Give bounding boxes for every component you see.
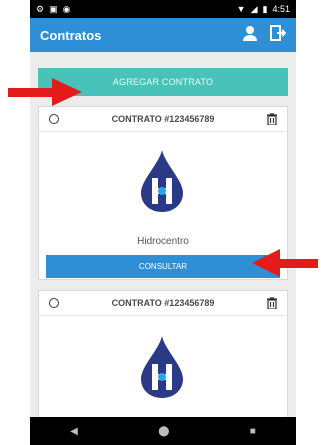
- card-title: CONTRATO #123456789: [111, 114, 215, 124]
- trash-icon[interactable]: [267, 113, 277, 125]
- signal-icon: ◢: [250, 3, 258, 14]
- user-icon[interactable]: [242, 25, 258, 46]
- consult-button[interactable]: CONSULTAR: [46, 255, 280, 278]
- status-left: ⚙ ▣ ◉: [36, 4, 70, 15]
- circle-icon: ◉: [62, 3, 71, 14]
- contract-card: CONTRATO #123456789: [38, 290, 288, 417]
- trash-icon[interactable]: [267, 297, 277, 309]
- recents-icon[interactable]: ■: [250, 426, 256, 437]
- card-header: CONTRATO #123456789: [39, 291, 287, 316]
- back-icon[interactable]: ◀: [70, 426, 78, 437]
- red-arrow-icon: [252, 249, 318, 277]
- hidrocentro-logo: [141, 336, 183, 403]
- hidrocentro-logo: [141, 150, 183, 217]
- card-body: [39, 316, 287, 417]
- phone-screen: ⚙ ▣ ◉ ▼ ◢ ▮ 4:51 Contratos AGREGAR CONTR…: [30, 0, 296, 445]
- contract-card: CONTRATO #123456789 Hidrocentro CONSULTA…: [38, 106, 288, 280]
- content-area: AGREGAR CONTRATO CONTRATO #123456789 Hid…: [30, 52, 296, 417]
- home-icon[interactable]: ⬤: [158, 426, 169, 437]
- select-radio[interactable]: [49, 114, 59, 124]
- gear-icon: ⚙: [36, 3, 45, 14]
- card-header: CONTRATO #123456789: [39, 107, 287, 132]
- wifi-icon: ▼: [236, 4, 246, 14]
- red-arrow-icon: [8, 78, 82, 106]
- brand-name: Hidrocentro: [137, 236, 189, 247]
- notification-icon: ▣: [49, 3, 58, 14]
- app-bar: Contratos: [30, 18, 296, 52]
- status-time: 4:51: [272, 4, 290, 14]
- card-title: CONTRATO #123456789: [111, 298, 215, 308]
- app-bar-actions: [242, 24, 287, 46]
- select-radio[interactable]: [49, 298, 59, 308]
- page-title: Contratos: [40, 27, 102, 43]
- status-bar: ⚙ ▣ ◉ ▼ ◢ ▮ 4:51: [30, 0, 296, 18]
- battery-icon: ▮: [262, 3, 268, 14]
- card-body: Hidrocentro CONSULTAR: [39, 132, 287, 279]
- logout-icon[interactable]: [270, 24, 287, 46]
- navigation-bar: ◀ ⬤ ■: [30, 417, 296, 445]
- status-right: ▼ ◢ ▮ 4:51: [237, 4, 290, 15]
